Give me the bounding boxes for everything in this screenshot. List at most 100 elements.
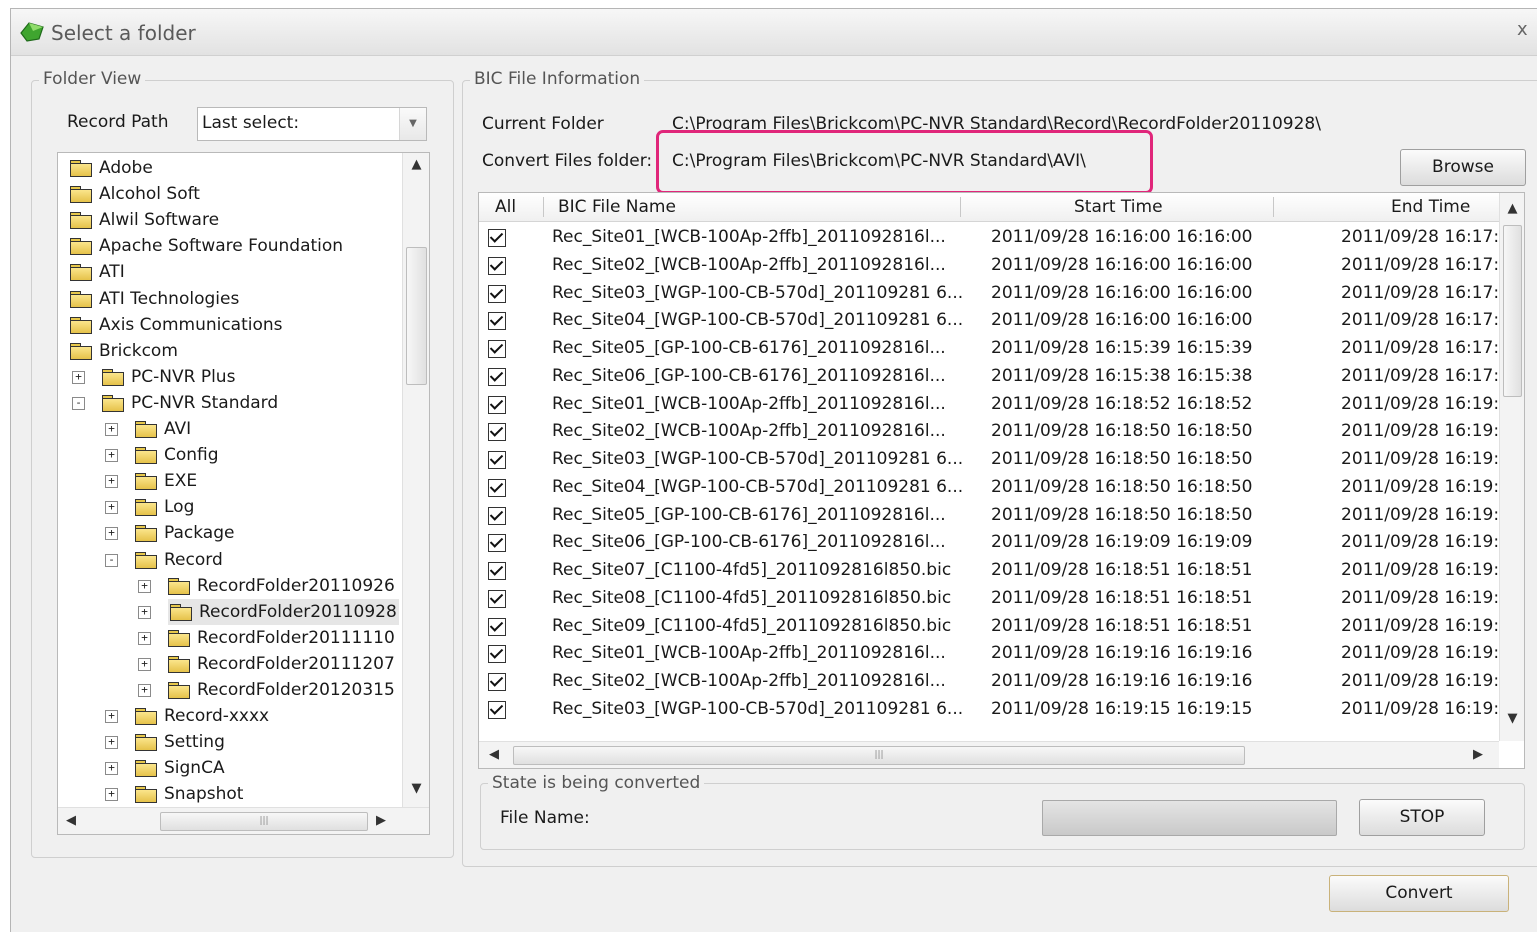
table-row[interactable]: Rec_Site09_[C1100-4fd5]_2011092816l850.b… [479,613,1499,641]
expand-icon[interactable]: + [105,423,118,436]
tree-item[interactable]: + RecordFolder20120315 [58,677,402,703]
tree-item[interactable]: + Log [58,494,402,520]
row-checkbox[interactable] [488,645,506,664]
tree-item[interactable]: + RecordFolder20111110 [58,625,402,651]
convert-button[interactable]: Convert [1329,875,1509,912]
tree-item[interactable]: + Package [58,520,402,546]
header-all[interactable]: All [495,193,516,221]
tree-item[interactable]: + RecordFolder20110926 [58,573,402,599]
tree-item[interactable]: + PC-NVR Plus [58,364,402,390]
header-file-name[interactable]: BIC File Name [558,193,676,221]
tree-item[interactable]: Alcohol Soft [58,181,402,207]
tree-item[interactable]: Axis Communications [58,312,402,338]
tree-item[interactable]: + Snapshot [58,781,402,807]
table-row[interactable]: Rec_Site02_[WCB-100Ap-2ffb]_2011092816l.… [479,418,1499,446]
row-checkbox[interactable] [488,562,506,580]
scroll-up-icon[interactable]: ▲ [403,157,429,172]
tree-item[interactable]: + Setting [58,729,402,755]
row-checkbox[interactable] [488,395,506,414]
table-horizontal-scrollbar[interactable]: ◀ ||| ▶ [479,741,1499,768]
row-checkbox[interactable] [488,534,506,553]
scroll-left-icon[interactable]: ◀ [489,747,499,762]
tree-scroll-thumb[interactable] [406,247,427,385]
scroll-right-icon[interactable]: ▶ [376,813,386,828]
tree-horizontal-scrollbar[interactable]: ◀ ||| ▶ [58,807,429,834]
tree-item[interactable]: + SignCA [58,755,402,781]
tree-item[interactable]: + Record-xxxx [58,703,402,729]
expand-icon[interactable]: + [105,762,118,776]
table-row[interactable]: Rec_Site06_[GP-100-CB-6176]_2011092816l.… [479,363,1499,391]
tree-item[interactable]: - Record [58,547,402,573]
tree-vertical-scrollbar[interactable]: ▲ ▼ [402,153,429,807]
table-row[interactable]: Rec_Site08_[C1100-4fd5]_2011092816l850.b… [479,585,1499,613]
tree-item[interactable]: - PC-NVR Standard [58,390,402,416]
collapse-icon[interactable]: - [105,553,118,567]
row-checkbox[interactable] [488,284,506,303]
tree-item[interactable]: ATI Technologies [58,286,402,312]
expand-icon[interactable]: + [138,579,151,593]
tree-item[interactable]: + RecordFolder20111207 [58,651,402,677]
row-checkbox[interactable] [488,506,506,525]
tree-item[interactable]: ATI [58,259,402,285]
tree-item[interactable]: Adobe [58,155,402,181]
stop-button[interactable]: STOP [1359,799,1485,836]
close-icon[interactable]: x [1517,19,1528,40]
table-row[interactable]: Rec_Site04_[WGP-100-CB-570d]_201109281 6… [479,307,1499,335]
expand-icon[interactable]: + [138,605,151,619]
row-checkbox[interactable] [488,700,506,719]
row-checkbox[interactable] [488,367,506,386]
table-vertical-scrollbar[interactable]: ▲ ▼ [1499,193,1524,741]
table-row[interactable]: Rec_Site07_[C1100-4fd5]_2011092816l850.b… [479,557,1499,585]
scroll-left-icon[interactable]: ◀ [66,813,76,828]
expand-icon[interactable]: + [105,788,118,802]
table-row[interactable]: Rec_Site03_[WGP-100-CB-570d]_201109281 6… [479,446,1499,474]
table-row[interactable]: Rec_Site02_[WCB-100Ap-2ffb]_2011092816l.… [479,252,1499,280]
expand-icon[interactable]: + [105,710,118,724]
collapse-icon[interactable]: - [72,396,85,410]
browse-button[interactable]: Browse [1400,149,1526,186]
tree-item[interactable]: + EXE [58,468,402,494]
row-checkbox[interactable] [488,312,506,331]
table-hscroll-thumb[interactable]: ||| [513,746,1245,765]
expand-icon[interactable]: + [138,657,151,671]
bic-file-table[interactable]: All BIC File Name Start Time End Time Re… [478,192,1525,769]
expand-icon[interactable]: + [105,475,118,489]
table-row[interactable]: Rec_Site01_[WCB-100Ap-2ffb]_2011092816l.… [479,640,1499,668]
row-checkbox[interactable] [488,451,506,469]
scroll-down-icon[interactable]: ▼ [1500,711,1524,726]
row-checkbox[interactable] [488,589,506,608]
header-start-time[interactable]: Start Time [1074,193,1163,221]
row-checkbox[interactable] [488,229,506,247]
row-checkbox[interactable] [488,340,506,358]
tree-hscroll-thumb[interactable]: ||| [160,812,368,831]
table-row[interactable]: Rec_Site01_[WCB-100Ap-2ffb]_2011092816l.… [479,224,1499,252]
table-row[interactable]: Rec_Site02_[WCB-100Ap-2ffb]_2011092816l.… [479,668,1499,696]
row-checkbox[interactable] [488,617,506,636]
expand-icon[interactable]: + [138,684,151,697]
row-checkbox[interactable] [488,478,506,497]
table-scroll-thumb[interactable] [1503,225,1522,397]
header-end-time[interactable]: End Time [1391,193,1470,221]
expand-icon[interactable]: + [72,370,85,384]
table-row[interactable]: Rec_Site06_[GP-100-CB-6176]_2011092816l.… [479,529,1499,557]
row-checkbox[interactable] [488,673,506,691]
tree-item[interactable]: + Config [58,442,402,468]
table-row[interactable]: Rec_Site03_[WGP-100-CB-570d]_201109281 6… [479,280,1499,308]
chevron-down-icon[interactable]: ▼ [399,108,426,140]
row-checkbox[interactable] [488,256,506,275]
tree-item[interactable]: + AVI [58,416,402,442]
row-checkbox[interactable] [488,423,506,442]
table-row[interactable]: Rec_Site03_[WGP-100-CB-570d]_201109281 6… [479,696,1499,724]
tree-item[interactable]: Apache Software Foundation [58,233,402,259]
table-row[interactable]: Rec_Site04_[WGP-100-CB-570d]_201109281 6… [479,474,1499,502]
expand-icon[interactable]: + [105,736,118,750]
expand-icon[interactable]: + [105,501,118,515]
scroll-down-icon[interactable]: ▼ [403,781,429,796]
table-row[interactable]: Rec_Site01_[WCB-100Ap-2ffb]_2011092816l.… [479,391,1499,419]
expand-icon[interactable]: + [138,631,151,645]
table-row[interactable]: Rec_Site05_[GP-100-CB-6176]_2011092816l.… [479,335,1499,363]
scroll-right-icon[interactable]: ▶ [1473,747,1483,762]
folder-tree[interactable]: Adobe Alcohol Soft Alwil Software Apache So… [57,152,430,835]
table-row[interactable]: Rec_Site05_[GP-100-CB-6176]_2011092816l.… [479,502,1499,530]
record-path-combo[interactable]: Last select: ▼ [197,107,427,141]
